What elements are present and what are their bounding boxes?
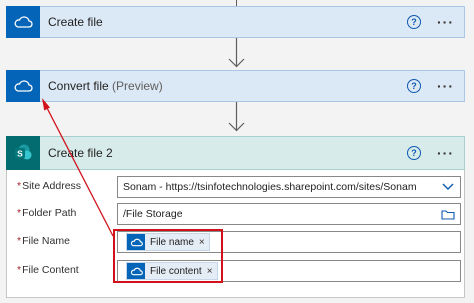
convert-file-title: Convert file (Preview) <box>48 79 163 93</box>
create-file-2-title: Create file 2 <box>48 146 113 160</box>
connector-arrow-2 <box>228 102 245 132</box>
site-address-value: Sonam - https://tsinfotechnologies.share… <box>123 181 417 193</box>
help-icon[interactable]: ? <box>407 15 421 29</box>
create-file-title: Create file <box>48 15 103 29</box>
more-options-icon[interactable]: ··· <box>437 79 454 93</box>
file-name-label: *File Name <box>17 235 70 247</box>
preview-tag: (Preview) <box>112 79 163 93</box>
onedrive-icon <box>6 6 40 38</box>
convert-file-card-header[interactable]: Convert file (Preview) ? ··· <box>6 70 465 102</box>
help-icon[interactable]: ? <box>407 79 421 93</box>
folder-path-input[interactable]: /File Storage <box>117 203 461 225</box>
help-icon[interactable]: ? <box>407 146 421 160</box>
site-address-label: *Site Address <box>17 180 82 192</box>
sharepoint-icon: S <box>6 136 40 170</box>
connector-arrow-1 <box>228 38 245 68</box>
chevron-down-icon[interactable] <box>436 183 460 191</box>
file-content-label: *File Content <box>17 264 79 276</box>
create-file-2-card-header[interactable]: S Create file 2 ? ··· <box>6 136 465 170</box>
create-file-2-card-body: *Site Address Sonam - https://tsinfotech… <box>6 170 465 298</box>
more-options-icon[interactable]: ··· <box>437 146 454 160</box>
folder-path-value: /File Storage <box>123 208 183 220</box>
create-file-card-header[interactable]: Create file ? ··· <box>6 6 465 38</box>
site-address-row: *Site Address Sonam - https://tsinfotech… <box>7 175 464 199</box>
site-address-dropdown[interactable]: Sonam - https://tsinfotechnologies.share… <box>117 176 461 198</box>
more-options-icon[interactable]: ··· <box>437 15 454 29</box>
svg-text:S: S <box>17 148 23 158</box>
file-content-row: *File Content File content × <box>7 258 464 282</box>
onedrive-icon <box>6 70 40 102</box>
folder-icon[interactable] <box>436 209 460 220</box>
annotation-highlight-box <box>113 229 223 283</box>
file-name-row: *File Name File name × <box>7 229 464 253</box>
folder-path-label: *Folder Path <box>17 207 77 219</box>
folder-path-row: *Folder Path /File Storage <box>7 202 464 226</box>
